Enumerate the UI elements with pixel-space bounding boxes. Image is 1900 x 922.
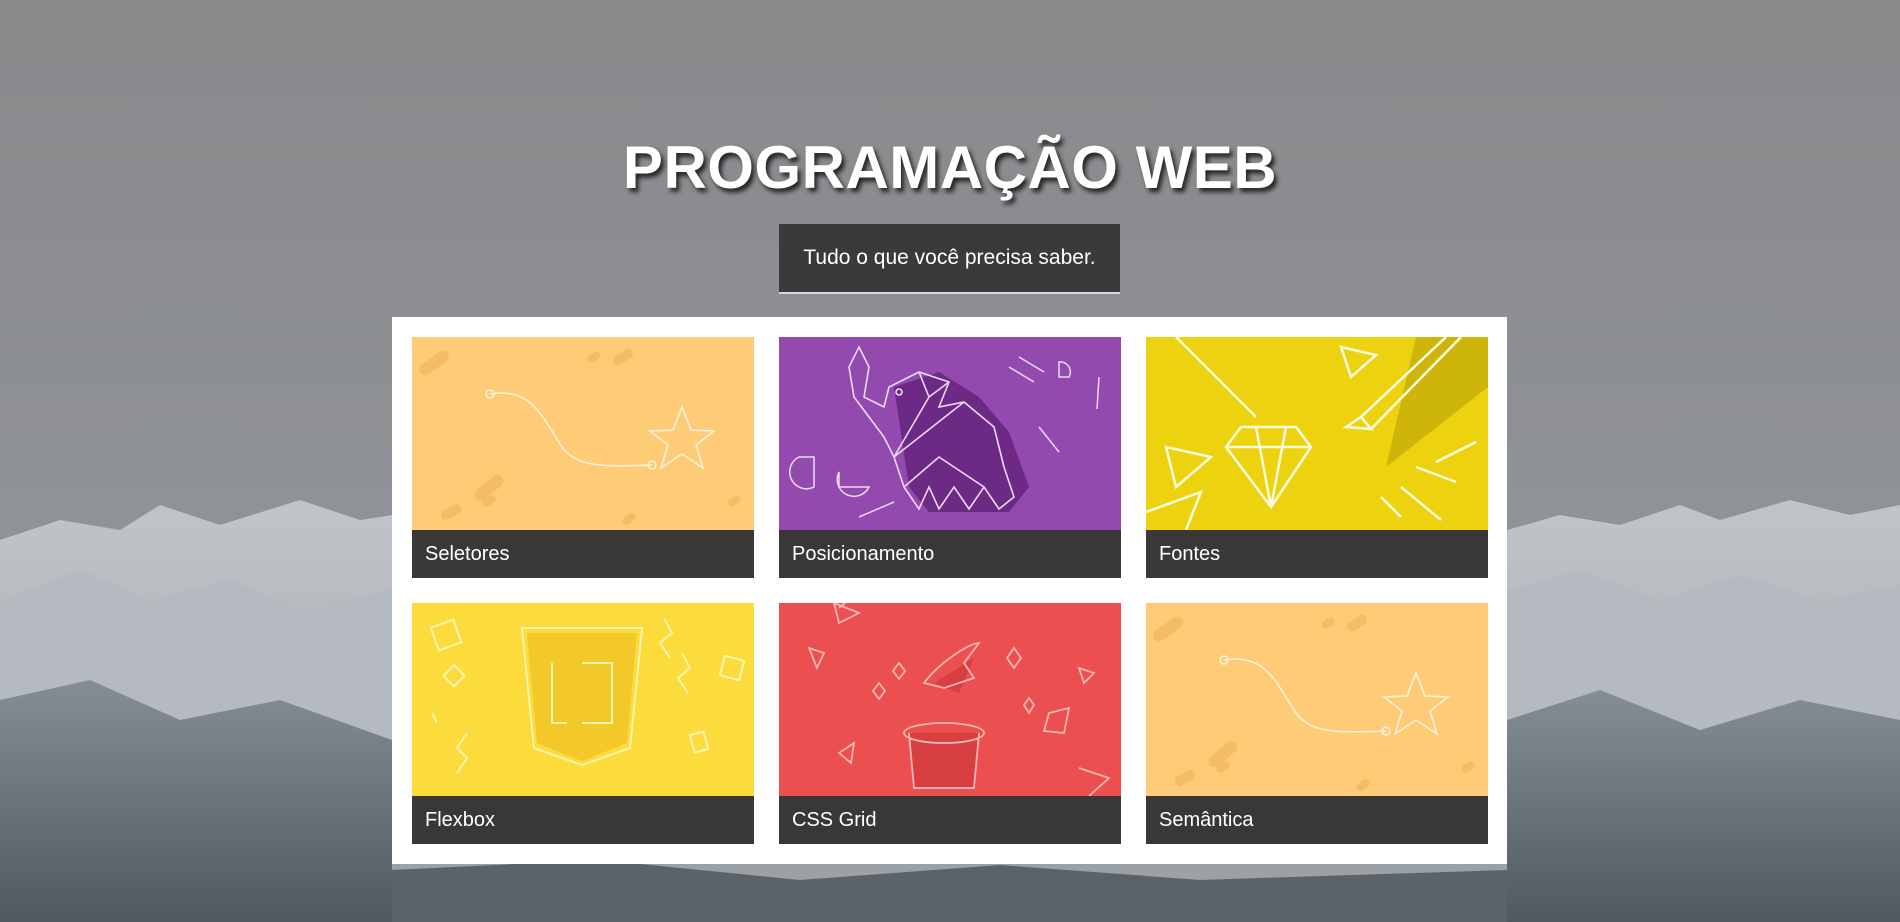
star-path-illustration-icon <box>412 337 754 530</box>
origami-elephant-illustration-icon <box>779 337 1121 530</box>
main-content: PROGRAMAÇÃO WEB Tudo o que você precisa … <box>0 0 1900 922</box>
diamond-pencil-illustration-icon <box>1146 337 1488 530</box>
card-seletores[interactable]: Seletores <box>412 337 754 578</box>
card-posicionamento[interactable]: Posicionamento <box>779 337 1121 578</box>
page: PROGRAMAÇÃO WEB Tudo o que você precisa … <box>0 0 1900 922</box>
card-css-grid[interactable]: CSS Grid <box>779 603 1121 844</box>
card-label: Flexbox <box>412 796 754 844</box>
card-flexbox[interactable]: Flexbox <box>412 603 754 844</box>
magic-hat-bird-illustration-icon <box>779 603 1121 796</box>
subtitle-text: Tudo o que você precisa saber. <box>803 246 1096 269</box>
card-label: Fontes <box>1146 530 1488 578</box>
topics-panel: Seletores Posicionamento Fontes Flexbox … <box>392 317 1507 864</box>
card-label: Semântica <box>1146 796 1488 844</box>
card-semantica[interactable]: Semântica <box>1146 603 1488 844</box>
card-label: Seletores <box>412 530 754 578</box>
card-label: Posicionamento <box>779 530 1121 578</box>
page-title: PROGRAMAÇÃO WEB <box>622 134 1278 201</box>
js-shield-illustration-icon <box>412 603 754 796</box>
card-label: CSS Grid <box>779 796 1121 844</box>
subtitle-box: Tudo o que você precisa saber. <box>779 224 1120 294</box>
star-path-illustration-icon <box>1146 603 1488 796</box>
card-fontes[interactable]: Fontes <box>1146 337 1488 578</box>
